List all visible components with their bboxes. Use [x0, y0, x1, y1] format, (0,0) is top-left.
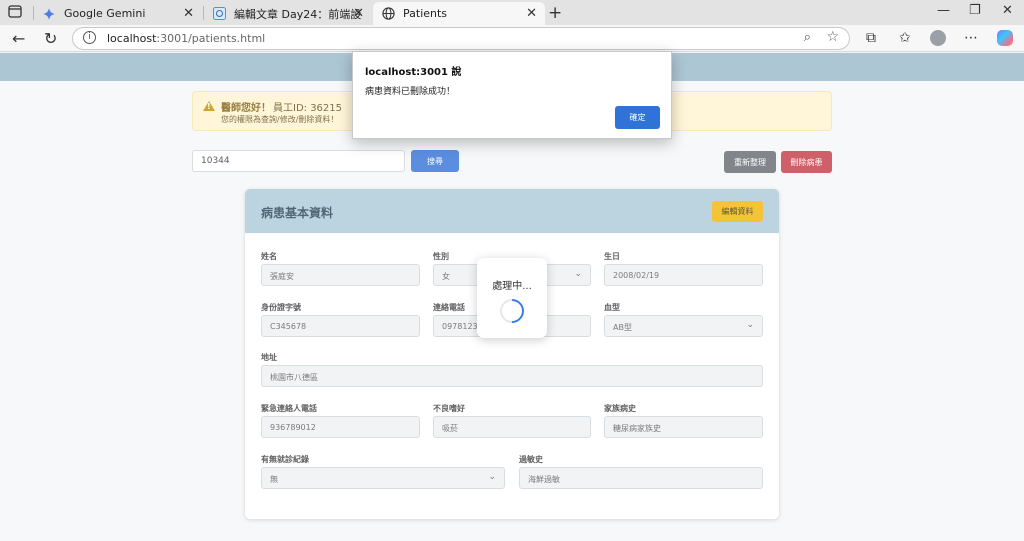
browser-toolbar: ← ↻ i localhost:3001/patients.html ⌕ ☆ ⧉…: [0, 25, 1024, 52]
dialog-message: 病患資料已刪除成功！: [365, 87, 456, 97]
dialog-ok-button[interactable]: 確定: [615, 106, 660, 129]
url-text: localhost:3001/patients.html: [107, 32, 266, 45]
tab-patients[interactable]: Patients ✕: [373, 2, 545, 25]
refresh-icon[interactable]: ↻: [44, 29, 57, 48]
more-menu-icon[interactable]: ⋯: [964, 30, 978, 46]
favorites-icon[interactable]: ✩: [899, 30, 911, 46]
tab-title: Google Gemini: [64, 7, 146, 20]
minimize-icon[interactable]: —: [937, 3, 950, 18]
new-tab-icon[interactable]: +: [548, 3, 562, 23]
tab-title: Patients: [403, 7, 448, 20]
close-tab-icon[interactable]: ✕: [183, 6, 194, 21]
zoom-icon[interactable]: ⌕: [804, 30, 811, 45]
tab-bar: Google Gemini ✕ 編輯文章 Day24：前端設計 - 病患 ✕ P…: [0, 0, 1024, 25]
spinner-icon: [495, 294, 529, 328]
globe-icon: [381, 7, 395, 21]
dialog-title: localhost:3001 說: [365, 67, 462, 78]
tab-title: 編輯文章 Day24：前端設計 - 病患: [234, 7, 362, 21]
loading-text: 處理中...: [492, 281, 532, 292]
alert-dialog: localhost:3001 說 病患資料已刪除成功！ 確定: [352, 51, 672, 139]
close-tab-icon[interactable]: ✕: [526, 6, 537, 21]
close-tab-icon[interactable]: ✕: [353, 6, 364, 21]
restore-icon[interactable]: ❐: [969, 3, 981, 18]
extensions-icon[interactable]: ⧉: [866, 30, 876, 46]
address-bar[interactable]: i localhost:3001/patients.html ⌕ ☆: [72, 27, 850, 50]
profile-avatar[interactable]: [930, 30, 946, 46]
favorite-star-icon[interactable]: ☆: [826, 29, 839, 45]
site-icon: [212, 7, 226, 21]
loading-modal: 處理中...: [477, 258, 547, 338]
site-info-icon[interactable]: i: [83, 31, 96, 44]
tab-actions-icon[interactable]: [8, 5, 24, 20]
close-window-icon[interactable]: ✕: [1002, 3, 1013, 18]
gemini-icon: [42, 7, 56, 21]
copilot-icon[interactable]: [997, 30, 1013, 46]
tab-edit-article[interactable]: 編輯文章 Day24：前端設計 - 病患 ✕: [204, 2, 372, 25]
back-icon[interactable]: ←: [12, 29, 25, 48]
tab-google-gemini[interactable]: Google Gemini ✕: [34, 2, 202, 25]
